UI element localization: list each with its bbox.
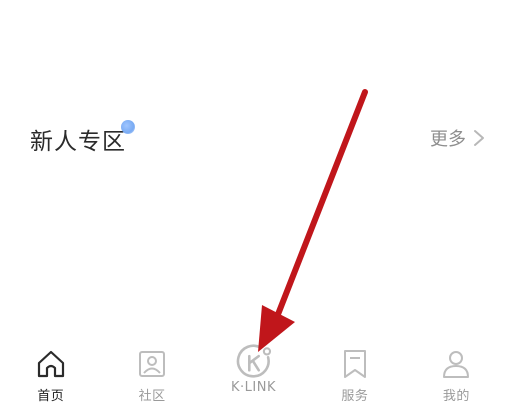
page: 新人专区 更多 首页 社区 K·LINK 服务 我的 — [0, 0, 507, 406]
community-icon — [139, 351, 166, 377]
tab-home[interactable]: 首页 — [0, 340, 101, 406]
home-icon — [37, 350, 64, 378]
service-icon — [343, 350, 366, 378]
bottom-tab-bar: 首页 社区 K·LINK 服务 我的 — [0, 340, 507, 406]
tab-service[interactable]: 服务 — [304, 340, 405, 406]
klink-icon — [236, 344, 271, 378]
tab-service-label: 服务 — [341, 389, 369, 404]
chevron-right-icon — [474, 130, 484, 146]
tab-home-label: 首页 — [37, 389, 65, 404]
more-link[interactable]: 更多 — [430, 125, 486, 151]
newcomer-section-header: 新人专区 更多 — [0, 112, 507, 162]
tab-klink-label: K·LINK — [231, 380, 276, 395]
tab-profile[interactable]: 我的 — [406, 340, 507, 406]
section-title: 新人专区 — [30, 129, 126, 155]
tab-profile-label: 我的 — [442, 389, 470, 404]
profile-icon — [443, 351, 470, 378]
tab-community-label: 社区 — [138, 389, 166, 404]
notification-dot — [121, 120, 135, 134]
more-label: 更多 — [430, 129, 466, 150]
tab-klink[interactable]: K·LINK — [203, 340, 304, 406]
tab-community[interactable]: 社区 — [101, 340, 202, 406]
